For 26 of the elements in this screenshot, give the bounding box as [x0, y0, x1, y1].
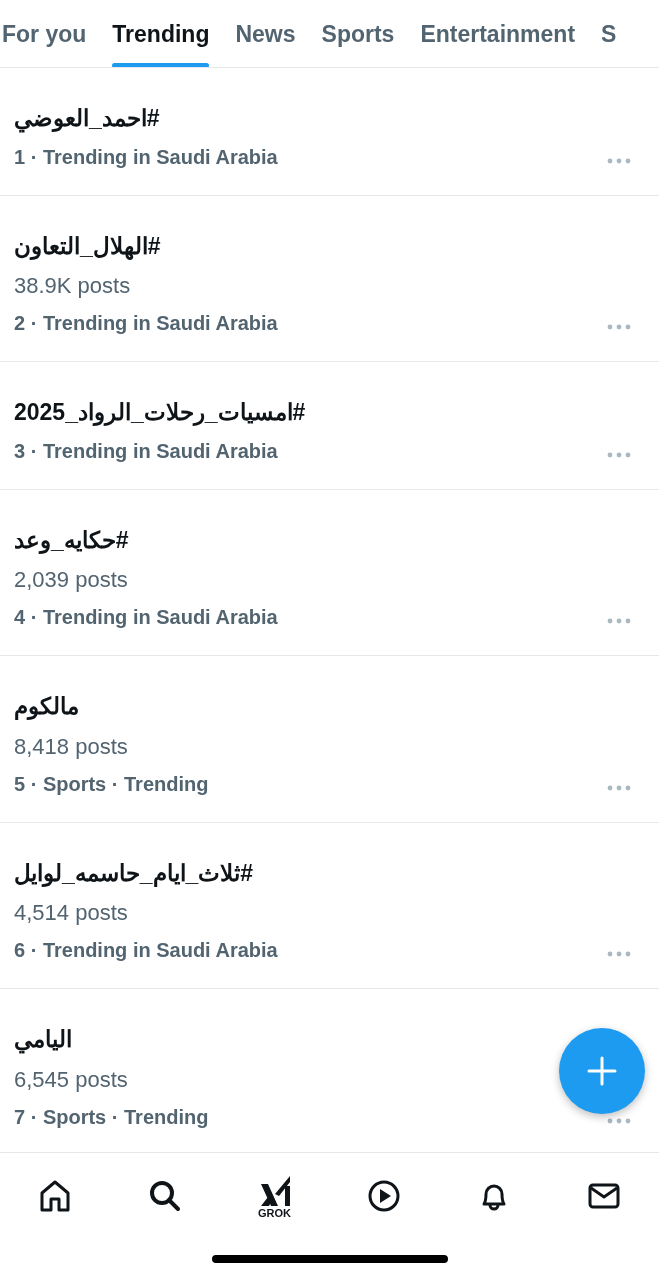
post-count: 6,545 posts [14, 1065, 128, 1094]
trend-context: 1 · Trending in Saudi Arabia [14, 145, 278, 168]
trend-title[interactable]: مالكوم [14, 689, 79, 724]
trend-context: 6 · Trending in Saudi Arabia [14, 939, 278, 961]
tab[interactable]: News [235, 0, 296, 67]
trend-context: 7 · Sports · Trending [14, 1105, 209, 1128]
trend-title[interactable]: اليامي [14, 1022, 72, 1057]
tab[interactable]: Entertainment [420, 0, 576, 67]
tab[interactable]: S [601, 0, 617, 67]
tab[interactable]: Trending [112, 0, 210, 67]
trend-context: 2 · Trending in Saudi Arabia [14, 312, 278, 334]
trend-title[interactable]: #احمد_العوضي [14, 101, 160, 136]
trend-title[interactable]: #ثلاث_ايام_حاسمه_لوايل [14, 855, 254, 890]
trend-context: 4 · Trending in Saudi Arabia [14, 606, 278, 628]
tab[interactable]: Sports [321, 0, 395, 67]
post-count: 8,418 posts [14, 732, 128, 761]
trend-context: 3 · Trending in Saudi Arabia [14, 439, 278, 462]
trend-context: 5 · Sports · Trending [14, 772, 209, 795]
grok-tab[interactable]: GROK [234, 1161, 315, 1231]
trend-title[interactable]: #امسيات_رحلات_الرواد_2025 [14, 395, 306, 430]
post-count: 4,514 posts [14, 899, 128, 927]
post-count: 38.9K posts [14, 272, 131, 300]
trend-title[interactable]: #حكايه_وعد [14, 522, 129, 557]
post-count: 2,039 posts [14, 566, 128, 594]
tab[interactable]: For you [2, 0, 87, 67]
trend-title[interactable]: #الهلال_التعاون [14, 228, 161, 263]
